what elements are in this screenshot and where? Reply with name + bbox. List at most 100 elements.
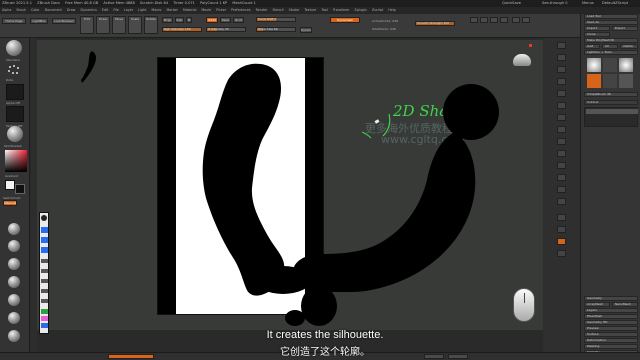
menu-item[interactable]: Brush (14, 8, 28, 12)
home-page-button[interactable]: Home Page (2, 18, 26, 24)
menu-item[interactable]: Preferences (229, 8, 252, 12)
rgb-button[interactable]: Rgb (175, 17, 184, 23)
viewport-canvas[interactable]: 更多海外优质教程 www.cgltq.com 2D Shape (37, 40, 543, 334)
blue-color-swatch[interactable] (41, 323, 48, 328)
dots-stroke-icon[interactable] (7, 64, 21, 76)
menu-item[interactable]: Help (386, 8, 398, 12)
tool-toggle-button[interactable] (500, 17, 508, 23)
load-tool-button[interactable]: Load Tool (584, 14, 638, 19)
persp-icon[interactable] (557, 114, 566, 121)
magenta-color-swatch[interactable] (41, 316, 48, 321)
smudge-icon[interactable] (41, 299, 48, 303)
lightbox-tools-button[interactable]: Lightbox > Tools (584, 50, 638, 55)
menu-item[interactable]: Transform (331, 8, 351, 12)
subtool-item-selected[interactable] (586, 109, 638, 114)
tool-toggle-button[interactable] (490, 17, 498, 23)
main-color-swatch[interactable] (5, 180, 15, 190)
clone-button[interactable]: Clone (584, 32, 610, 37)
transp-icon[interactable] (557, 226, 566, 233)
standard-brush-thumbnail[interactable] (6, 40, 22, 56)
floor-icon[interactable] (557, 126, 566, 133)
lightbox-button[interactable]: LightBox (30, 18, 48, 24)
local-icon[interactable] (557, 138, 566, 145)
bpr-icon[interactable] (557, 42, 566, 49)
texture-thumbnail[interactable] (6, 106, 24, 122)
deformation-panel-button[interactable]: Deformation (584, 338, 638, 343)
zoom-icon[interactable] (557, 78, 566, 85)
menu-item[interactable]: Macro (149, 8, 163, 12)
dynamesh-button[interactable]: Dynamesh (330, 17, 360, 23)
geometry-panel-button[interactable]: Geometry (584, 296, 638, 301)
actual-icon[interactable] (557, 90, 566, 97)
import-button[interactable]: Import (584, 26, 610, 31)
menu-item[interactable]: Material (181, 8, 198, 12)
see-through-slider[interactable]: See-through 0 (540, 0, 570, 7)
select-lasso-icon[interactable] (41, 237, 48, 243)
make-polymesh-button[interactable]: Make PolyMesh3D (584, 38, 638, 43)
brush-preset-thumbnail[interactable] (8, 312, 20, 324)
scale-button[interactable]: Scale (128, 16, 142, 34)
brush-preset-thumbnail[interactable] (8, 223, 20, 235)
menu-item[interactable]: Draw (65, 8, 78, 12)
menu-item[interactable]: Light (136, 8, 148, 12)
goz-button[interactable]: GoZ (584, 44, 600, 49)
xpose-icon[interactable] (557, 250, 566, 257)
brush-preset-thumbnail[interactable] (8, 294, 20, 306)
green-color-swatch[interactable] (41, 309, 48, 314)
menu-item[interactable]: Dynamics (79, 8, 99, 12)
zoom-view-icon[interactable] (557, 186, 566, 193)
edit-button[interactable]: Edit (80, 16, 94, 34)
menu-item[interactable]: Alpha (0, 8, 13, 12)
solo-icon[interactable] (557, 238, 566, 245)
layers-panel-button[interactable]: Layers (584, 308, 638, 313)
xyz-icon[interactable] (557, 150, 566, 157)
select-rect-icon[interactable] (41, 227, 48, 233)
subtool-list[interactable] (584, 107, 638, 127)
polyf-icon[interactable] (557, 214, 566, 221)
focal-shift-slider[interactable]: Focal Shift 0 (256, 17, 296, 22)
surface-panel-button[interactable]: Surface (584, 332, 638, 337)
save-as-button[interactable]: Save As (584, 20, 638, 25)
menu-item[interactable]: Render (254, 8, 270, 12)
move-icon[interactable] (41, 247, 48, 253)
aahalf-icon[interactable] (557, 102, 566, 109)
m-button[interactable]: M (186, 17, 192, 23)
smooth-strength-slider[interactable]: Smooth Strength 100 (415, 21, 455, 26)
menu-item[interactable]: Picker (214, 8, 228, 12)
subtool-header[interactable]: Subtool (584, 100, 638, 105)
menu-item[interactable]: Color (29, 8, 42, 12)
live-boolean-button[interactable]: Live Boolean (52, 18, 76, 24)
scroll-icon[interactable] (557, 66, 566, 73)
secondary-color-swatch[interactable] (15, 184, 25, 194)
mrgb-button[interactable]: Mrgb (162, 17, 173, 23)
tool-thumbnail[interactable] (587, 74, 601, 88)
active-bottom-button[interactable] (108, 354, 154, 359)
draw-size-slider[interactable]: Draw Size 64 (256, 27, 296, 32)
preview-panel-button[interactable]: Preview (584, 326, 638, 331)
fibermesh-panel-button[interactable]: FiberMesh (584, 314, 638, 319)
tool-toggle-button[interactable] (470, 17, 478, 23)
menu-item[interactable]: Layer (122, 8, 135, 12)
move-button[interactable]: Move (112, 16, 126, 34)
move-view-icon[interactable] (557, 174, 566, 181)
menu-item[interactable]: Texture (302, 8, 318, 12)
tool-toggle-button[interactable] (480, 17, 488, 23)
nanomesh-panel-button[interactable]: NanoMesh (612, 302, 638, 307)
menu-item[interactable]: Movie (199, 8, 213, 12)
title-item[interactable]: ZBrush Docs (35, 1, 62, 5)
menu-item[interactable]: Stencil (270, 8, 285, 12)
z-intensity-slider[interactable]: Z Intensity 25 (206, 27, 246, 32)
menu-item[interactable]: Document (43, 8, 64, 12)
tool-thumbnail[interactable] (603, 74, 617, 88)
alpha-thumbnail[interactable] (6, 84, 24, 100)
brush-preset-thumbnail[interactable] (8, 240, 20, 252)
menu-item[interactable]: Tool (319, 8, 329, 12)
menu-item[interactable]: Zplugin (352, 8, 368, 12)
geometry-hd-panel-button[interactable]: Geometry HD (584, 320, 638, 325)
frame-icon[interactable] (557, 162, 566, 169)
menu-item[interactable]: Zscript (370, 8, 385, 12)
masking-panel-button[interactable]: Masking (584, 344, 638, 349)
rgb-intensity-slider[interactable]: Rgb Intensity 100 (162, 27, 202, 32)
zadd-button[interactable]: Zadd (206, 17, 218, 23)
menu-item[interactable]: Edit (100, 8, 110, 12)
